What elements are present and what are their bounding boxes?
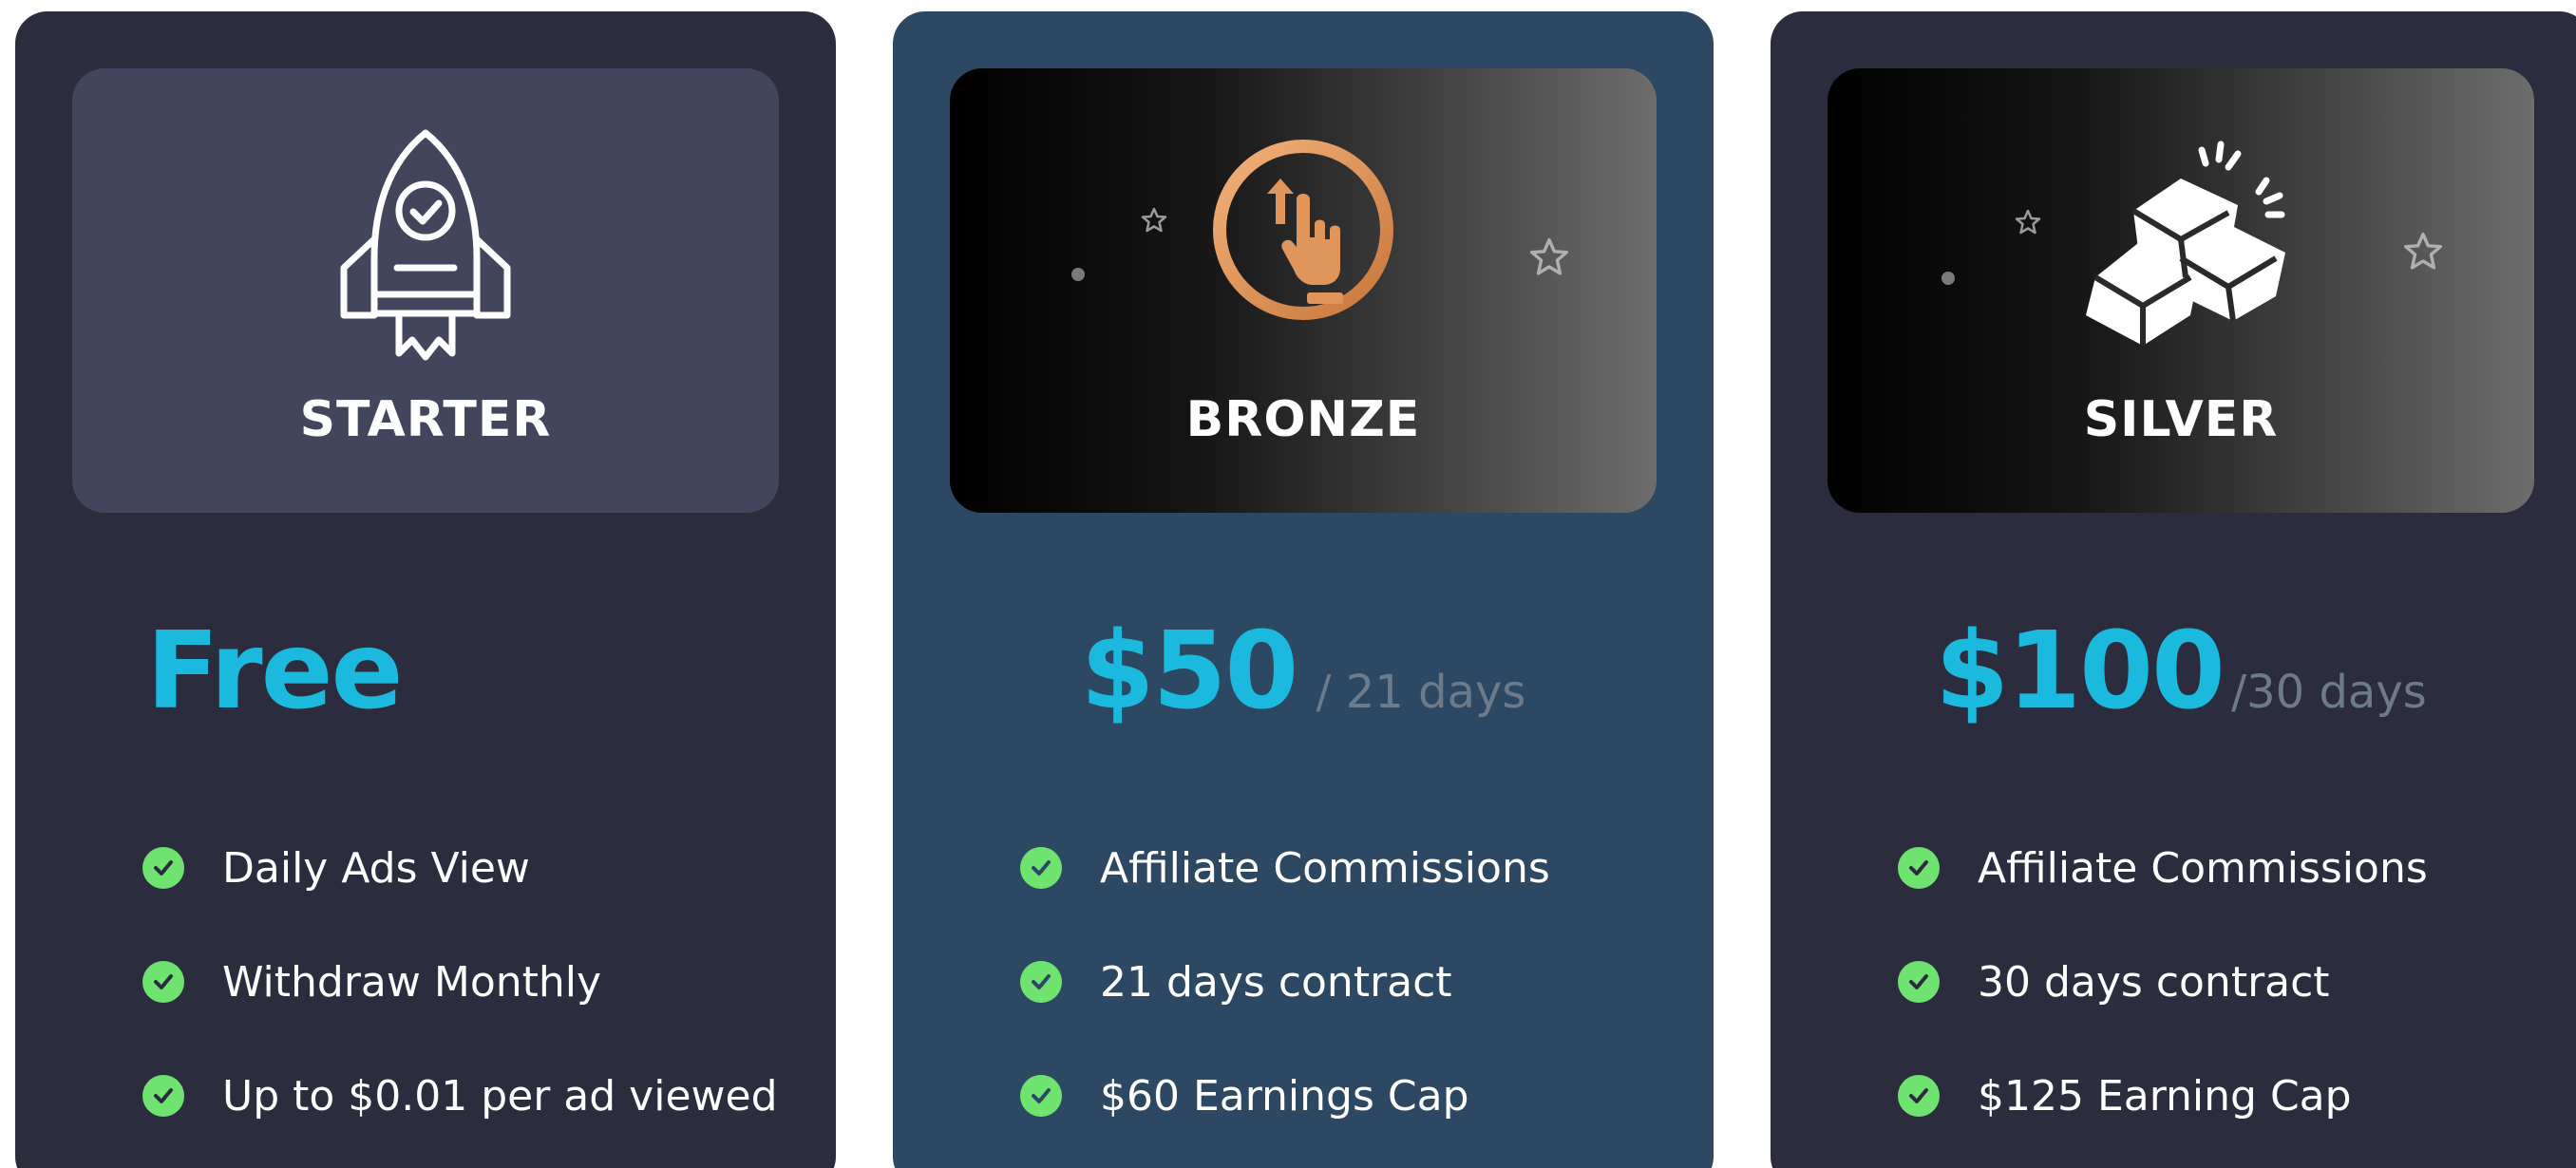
feature-list: Daily Ads View Withdraw Monthly Up to $0…: [142, 811, 778, 1153]
plan-name: SILVER: [2083, 391, 2279, 448]
feature-item: Daily Ads View: [142, 811, 778, 925]
feature-list: Affiliate Commissions 30 days contract $…: [1898, 811, 2428, 1153]
feature-text: Affiliate Commissions: [1978, 843, 2428, 893]
price-row: $50 / 21 days: [893, 610, 1714, 752]
plan-card-starter[interactable]: STARTER Free Daily Ads View Withdraw Mon…: [15, 11, 836, 1168]
feature-item: 30 days contract: [1898, 925, 2428, 1039]
rocket-icon: [340, 129, 511, 361]
feature-text: Daily Ads View: [222, 843, 530, 893]
check-circle-icon: [1898, 1075, 1940, 1117]
check-circle-icon: [142, 1075, 184, 1117]
feature-item: Affiliate Commissions: [1020, 811, 1550, 925]
feature-text: Withdraw Monthly: [222, 957, 602, 1007]
plan-price: Free: [146, 610, 403, 733]
plan-card-silver[interactable]: SILVER $100 /30 days Affiliate Commissio…: [1771, 11, 2576, 1168]
hand-tap-icon: [1213, 140, 1393, 320]
plan-banner-silver: SILVER: [1828, 68, 2534, 513]
plan-banner-starter: STARTER: [72, 68, 779, 513]
star-outline-icon: [2403, 232, 2443, 270]
feature-text: $125 Earning Cap: [1978, 1071, 2352, 1121]
plan-price: $100: [1935, 610, 2226, 733]
plan-name: STARTER: [299, 391, 552, 448]
feature-item: $125 Earning Cap: [1898, 1039, 2428, 1153]
feature-item: Withdraw Monthly: [142, 925, 778, 1039]
check-circle-icon: [142, 847, 184, 889]
price-row: $100 /30 days: [1771, 610, 2576, 752]
check-circle-icon: [1020, 961, 1062, 1003]
feature-item: Affiliate Commissions: [1898, 811, 2428, 925]
price-row: Free: [15, 610, 836, 752]
check-circle-icon: [1898, 961, 1940, 1003]
dot-decoration: [1071, 268, 1085, 281]
check-circle-icon: [142, 961, 184, 1003]
check-circle-icon: [1020, 1075, 1062, 1117]
feature-text: Affiliate Commissions: [1100, 843, 1550, 893]
check-circle-icon: [1898, 847, 1940, 889]
plan-banner-bronze: BRONZE: [950, 68, 1657, 513]
plan-period: / 21 days: [1316, 666, 1526, 719]
feature-text: 21 days contract: [1100, 957, 1452, 1007]
plan-name: BRONZE: [1185, 391, 1421, 448]
plan-price: $50: [1080, 610, 1299, 733]
check-circle-icon: [1020, 847, 1062, 889]
plan-period: /30 days: [2230, 666, 2427, 719]
gold-bars-icon: [2086, 141, 2285, 346]
dot-decoration: [1941, 272, 1955, 285]
feature-list: Affiliate Commissions 21 days contract $…: [1020, 811, 1550, 1153]
pricing-page: STARTER Free Daily Ads View Withdraw Mon…: [0, 0, 2576, 1168]
feature-item: Up to $0.01 per ad viewed: [142, 1039, 778, 1153]
feature-text: Up to $0.01 per ad viewed: [222, 1071, 778, 1121]
plan-card-bronze[interactable]: BRONZE $50 / 21 days Affiliate Commissio…: [893, 11, 1714, 1168]
feature-item: $60 Earnings Cap: [1020, 1039, 1550, 1153]
feature-item: 21 days contract: [1020, 925, 1550, 1039]
feature-text: 30 days contract: [1978, 957, 2330, 1007]
star-outline-icon: [1529, 237, 1569, 275]
feature-text: $60 Earnings Cap: [1100, 1071, 1469, 1121]
